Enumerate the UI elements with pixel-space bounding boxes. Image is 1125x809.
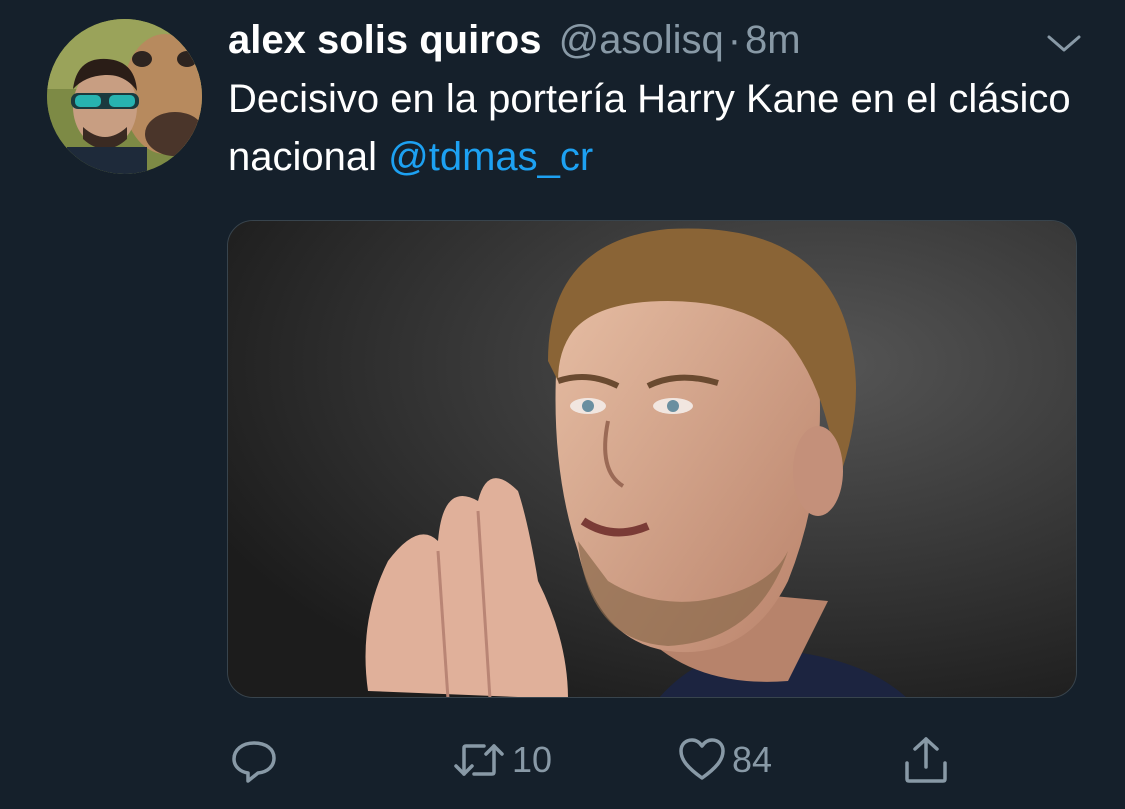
share-button[interactable] — [902, 732, 950, 788]
author-name[interactable]: alex solis quiros — [228, 18, 541, 62]
tweet-image[interactable] — [227, 220, 1077, 698]
like-count: 84 — [732, 739, 773, 780]
chevron-down-icon[interactable] — [1045, 28, 1083, 58]
share-icon[interactable] — [902, 735, 950, 785]
reply-icon[interactable] — [230, 736, 278, 784]
tweet-body-text: Decisivo en la portería Harry Kane en el… — [228, 77, 1071, 179]
retweet-button[interactable]: 10 — [452, 732, 552, 788]
tweet-actions: 10 84 — [0, 732, 1125, 788]
tweet-text: Decisivo en la portería Harry Kane en el… — [228, 70, 1088, 186]
photo-of-man-clapping — [228, 221, 1076, 697]
reply-button[interactable] — [230, 732, 278, 788]
avatar[interactable] — [47, 19, 202, 174]
tweet-time[interactable]: 8m — [745, 18, 801, 62]
tweet-header: alex solis quiros @asolisq · 8m — [228, 14, 801, 66]
avatar-image — [47, 19, 202, 174]
retweet-count: 10 — [512, 739, 553, 780]
mention-link[interactable]: @tdmas_cr — [388, 135, 593, 179]
separator-dot: · — [727, 18, 742, 62]
retweet-icon[interactable] — [452, 736, 506, 784]
tweet-card[interactable]: alex solis quiros @asolisq · 8m Decisivo e… — [0, 0, 1125, 809]
like-button[interactable]: 84 — [678, 732, 772, 788]
author-handle[interactable]: @asolisq — [559, 18, 724, 62]
heart-icon[interactable] — [678, 736, 726, 784]
